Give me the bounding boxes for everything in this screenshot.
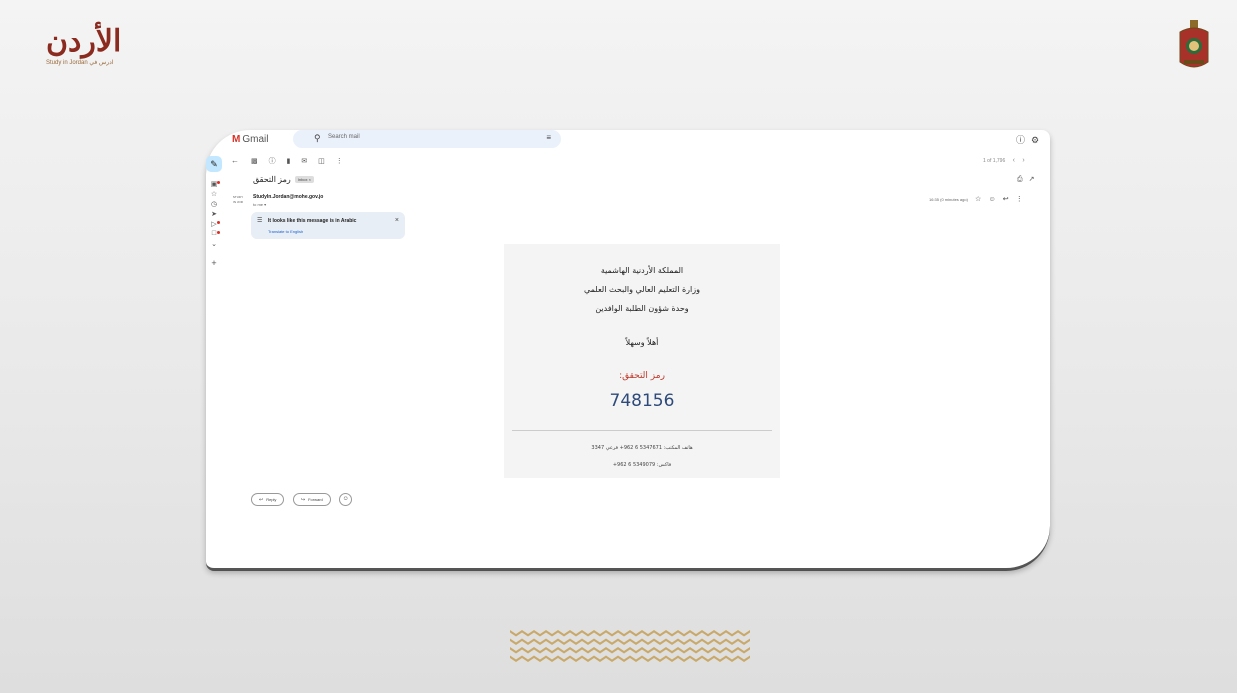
translate-icon: ☰ [257,218,263,224]
more-icon[interactable]: ⌄ [206,240,222,250]
forward-button[interactable]: ↪ Forward [292,493,331,507]
archive-icon[interactable]: ▩ [251,158,258,165]
top-right-icons: ⓘ ⚙ [1010,133,1039,146]
draft-icon[interactable]: □ [206,230,222,240]
translate-link[interactable]: Translate to English [268,229,303,234]
back-arrow-icon[interactable]: ← [231,156,239,165]
inbox-badge[interactable]: Inbox × [294,176,314,184]
emoji-icon[interactable]: ☺ [339,493,353,507]
search-icon[interactable]: ⚲ [314,133,321,144]
ministry-line: وزارة التعليم العالي والبحث العلمي [584,285,700,294]
send-icon[interactable]: ➤ [206,210,222,220]
reply-button[interactable]: ↩ Reply [251,493,285,507]
subject-line: رمز التحقق Inbox × [253,175,314,184]
divider [512,430,772,431]
gmail-logo[interactable]: M Gmail [232,134,268,145]
emoji-react-icon[interactable]: ☺ [988,196,995,203]
chevron-ornament-icon [510,629,750,663]
label-icon[interactable]: ▷ [206,220,222,230]
jordan-crest-icon [1179,20,1209,68]
move-to-icon[interactable]: ◫ [318,158,325,165]
forward-arrow-icon: ↪ [300,497,306,504]
pager-text: 1 of 1,796 [983,158,1006,164]
message-toolbar: ▩ ⓘ ▮ ✉ ◫ ⋮ [251,156,352,166]
greeting: أهلاً وسهلاً [625,338,659,347]
message-meta: 16:35 (0 minutes ago) ☆ ☺ ↩ ⋮ [929,195,1023,203]
search-options-icon[interactable]: ≡ [546,133,551,142]
more-actions-icon[interactable]: ⋮ [336,158,343,165]
star-message-icon[interactable]: ☆ [975,196,981,203]
clock-icon[interactable]: ◷ [206,200,222,210]
print-icon[interactable]: ⎙ [1017,176,1023,183]
forward-label: Forward [308,497,323,503]
study-in-jordan-logo: الأردن Study in Jordan ادرس في [46,24,142,72]
left-rail: ▣ ☆ ◷ ➤ ▷ □ ⌄ + [206,180,222,268]
close-icon[interactable]: × [395,217,399,224]
star-icon[interactable]: ☆ [206,190,222,200]
search-placeholder: Search mail [328,134,360,140]
plus-icon[interactable]: + [206,258,222,268]
translate-banner: ☰ It looks like this message is in Arabi… [251,212,405,239]
report-spam-icon[interactable]: ⓘ [269,158,276,165]
logo-tagline: Study in Jordan ادرس في [46,60,114,66]
recipient-dropdown[interactable]: to me ▾ [253,202,266,207]
subject-text: رمز التحقق [253,175,291,184]
search-mail-input[interactable]: ⚲ Search mail ≡ [293,130,561,148]
kingdom-line: المملكة الأردنية الهاشمية [600,266,684,275]
reply-label: Reply [266,497,277,503]
reply-actions: ↩ Reply ↪ Forward ☺ [251,491,353,509]
reply-icon[interactable]: ↩ [1003,196,1009,203]
compose-icon[interactable]: ✎ [206,156,222,172]
unit-line: وحدة شؤون الطلبة الوافدين [595,304,689,313]
message-more-icon[interactable]: ⋮ [1016,196,1023,203]
settings-icon[interactable]: ⚙ [1031,135,1039,145]
subject-icons: ⎙ ↗ [1011,175,1034,184]
avatar: STUDY IN JOR [232,195,244,204]
gmail-brand-label: Gmail [242,134,269,145]
delete-icon[interactable]: ▮ [287,158,291,165]
verification-code: 748156 [609,391,675,411]
help-icon[interactable]: ⓘ [1016,135,1025,145]
fax-number: فاكس: 5349079 6 962+ [612,462,672,468]
gmail-m-icon: M [232,134,241,145]
office-phone: هاتف المكتب: 5347671 6 962+ فرعي 3347 [591,445,693,451]
logo-arabic: الأردن [46,24,122,59]
timestamp: 16:35 (0 minutes ago) [929,197,968,202]
prev-icon[interactable]: ‹ [1013,157,1015,164]
verification-code-label: رمز التحقق: [619,371,665,381]
email-card: المملكة الأردنية الهاشمية وزارة التعليم … [504,244,780,478]
next-icon[interactable]: › [1022,157,1024,164]
translate-title: It looks like this message is in Arabic [268,218,357,224]
inbox-icon[interactable]: ▣ [206,180,222,190]
pager: 1 of 1,796 ‹ › [983,157,1025,164]
mark-unread-icon[interactable]: ✉ [301,158,307,165]
open-in-new-icon[interactable]: ↗ [1029,176,1035,183]
reply-arrow-icon: ↩ [259,497,264,504]
sender-email[interactable]: StudyIn.Jordan@mohe.gov.jo [253,194,323,200]
